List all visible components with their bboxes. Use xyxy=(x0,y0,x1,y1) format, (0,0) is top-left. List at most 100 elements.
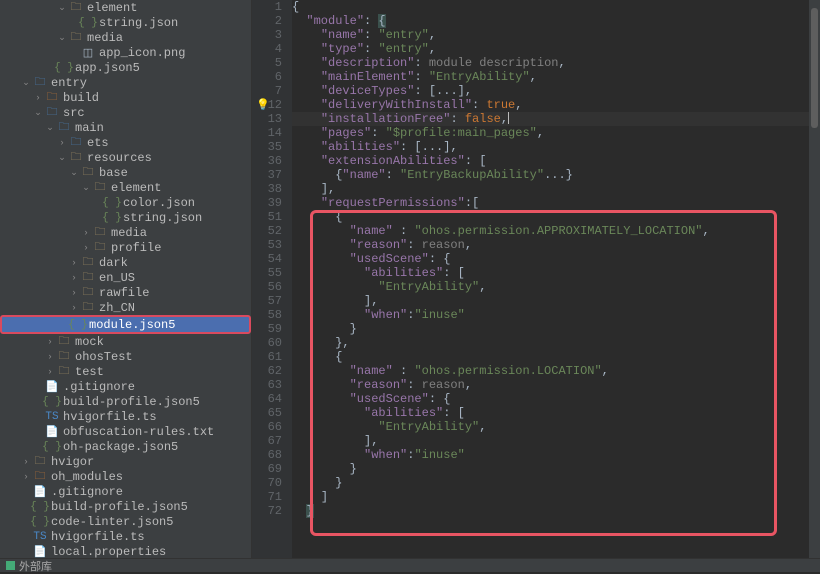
file-item-hvigorfile-ts[interactable]: TShvigorfile.ts xyxy=(0,409,251,424)
code-line[interactable]: { xyxy=(292,0,809,14)
chevron-closed-icon[interactable]: › xyxy=(80,243,92,253)
code-line[interactable]: "reason": reason, xyxy=(292,378,809,392)
file-item-code-linter-json5[interactable]: { }code-linter.json5 xyxy=(0,514,251,529)
folder-item-resources[interactable]: ⌄🗀resources xyxy=(0,150,251,165)
external-libs-label[interactable]: 外部库 xyxy=(19,558,52,574)
code-line[interactable]: "extensionAbilities": [ xyxy=(292,154,809,168)
chevron-closed-icon[interactable]: › xyxy=(80,228,92,238)
code-line[interactable]: "when":"inuse" xyxy=(292,308,809,322)
folder-item-ohostest[interactable]: ›🗀ohosTest xyxy=(0,349,251,364)
folder-item-profile[interactable]: ›🗀profile xyxy=(0,240,251,255)
scroll-thumb[interactable] xyxy=(811,8,818,128)
code-line[interactable]: "abilities": [...], xyxy=(292,140,809,154)
code-line[interactable]: ], xyxy=(292,294,809,308)
code-line[interactable]: } xyxy=(292,322,809,336)
chevron-open-icon[interactable]: ⌄ xyxy=(80,183,92,193)
folder-item-test[interactable]: ›🗀test xyxy=(0,364,251,379)
file-item--gitignore[interactable]: 📄.gitignore xyxy=(0,379,251,394)
folder-item-rawfile[interactable]: ›🗀rawfile xyxy=(0,285,251,300)
code-line[interactable]: } xyxy=(292,504,809,518)
folder-item-media[interactable]: ›🗀media xyxy=(0,225,251,240)
editor-code-area[interactable]: { "module": { "name": "entry", "type": "… xyxy=(292,0,809,572)
code-line[interactable]: ], xyxy=(292,182,809,196)
folder-item-src[interactable]: ⌄🗀src xyxy=(0,105,251,120)
code-line[interactable]: "requestPermissions":[ xyxy=(292,196,809,210)
folder-item-element[interactable]: ⌄🗀element xyxy=(0,180,251,195)
chevron-closed-icon[interactable]: › xyxy=(68,303,80,313)
folder-item-build[interactable]: ›🗀build xyxy=(0,90,251,105)
file-item-module-json5[interactable]: { }module.json5 xyxy=(0,315,251,334)
file-item-build-profile-json5[interactable]: { }build-profile.json5 xyxy=(0,499,251,514)
folder-item-mock[interactable]: ›🗀mock xyxy=(0,334,251,349)
folder-item-entry[interactable]: ⌄🗀entry xyxy=(0,75,251,90)
line-number: 35 xyxy=(252,140,282,154)
code-line[interactable]: "usedScene": { xyxy=(292,392,809,406)
vertical-scrollbar[interactable] xyxy=(809,0,820,572)
code-line[interactable]: { xyxy=(292,210,809,224)
code-line[interactable]: "installationFree": false, xyxy=(292,112,809,126)
code-line[interactable]: "name" : "ohos.permission.APPROXIMATELY_… xyxy=(292,224,809,238)
code-line[interactable]: "deviceTypes": [...], xyxy=(292,84,809,98)
file-item-color-json[interactable]: { }color.json xyxy=(0,195,251,210)
folder-item-dark[interactable]: ›🗀dark xyxy=(0,255,251,270)
chevron-closed-icon[interactable]: › xyxy=(44,367,56,377)
code-line[interactable]: "description": module description, xyxy=(292,56,809,70)
token-punc: : xyxy=(450,112,464,126)
chevron-closed-icon[interactable]: › xyxy=(68,258,80,268)
lightbulb-icon[interactable]: 💡 xyxy=(256,98,270,112)
code-line[interactable]: "pages": "$profile:main_pages", xyxy=(292,126,809,140)
code-line[interactable]: "reason": reason, xyxy=(292,238,809,252)
chevron-closed-icon[interactable]: › xyxy=(68,273,80,283)
code-line[interactable]: "usedScene": { xyxy=(292,252,809,266)
chevron-open-icon[interactable]: ⌄ xyxy=(56,153,68,163)
code-line[interactable]: ] xyxy=(292,490,809,504)
code-line[interactable]: { xyxy=(292,350,809,364)
chevron-open-icon[interactable]: ⌄ xyxy=(56,33,68,43)
folder-item-zh-cn[interactable]: ›🗀zh_CN xyxy=(0,300,251,315)
code-line[interactable]: {"name": "EntryBackupAbility"...} xyxy=(292,168,809,182)
code-line[interactable]: "module": { xyxy=(292,14,809,28)
file-item-app-icon-png[interactable]: ◫app_icon.png xyxy=(0,45,251,60)
folder-item-base[interactable]: ⌄🗀base xyxy=(0,165,251,180)
folder-item-oh-modules[interactable]: ›🗀oh_modules xyxy=(0,469,251,484)
chevron-open-icon[interactable]: ⌄ xyxy=(44,123,56,133)
code-line[interactable]: "EntryAbility", xyxy=(292,420,809,434)
token-key: "when" xyxy=(364,448,407,462)
code-line[interactable]: "name" : "ohos.permission.LOCATION", xyxy=(292,364,809,378)
code-line[interactable]: ], xyxy=(292,434,809,448)
code-line[interactable]: }, xyxy=(292,336,809,350)
file-item-string-json[interactable]: { }string.json xyxy=(0,15,251,30)
chevron-closed-icon[interactable]: › xyxy=(20,472,32,482)
chevron-closed-icon[interactable]: › xyxy=(44,352,56,362)
code-line[interactable]: "deliveryWithInstall": true, xyxy=(292,98,809,112)
file-item-string-json[interactable]: { }string.json xyxy=(0,210,251,225)
file-item-build-profile-json5[interactable]: { }build-profile.json5 xyxy=(0,394,251,409)
code-line[interactable]: "type": "entry", xyxy=(292,42,809,56)
code-line[interactable]: } xyxy=(292,462,809,476)
chevron-closed-icon[interactable]: › xyxy=(32,93,44,103)
folder-item-ets[interactable]: ›🗀ets xyxy=(0,135,251,150)
folder-item-en-us[interactable]: ›🗀en_US xyxy=(0,270,251,285)
chevron-closed-icon[interactable]: › xyxy=(44,337,56,347)
whitespace xyxy=(292,84,321,98)
chevron-closed-icon[interactable]: › xyxy=(20,457,32,467)
chevron-closed-icon[interactable]: › xyxy=(68,288,80,298)
chevron-open-icon[interactable]: ⌄ xyxy=(20,78,32,88)
chevron-open-icon[interactable]: ⌄ xyxy=(56,3,68,13)
folder-item-media[interactable]: ⌄🗀media xyxy=(0,30,251,45)
file-item--gitignore[interactable]: 📄.gitignore xyxy=(0,484,251,499)
code-line[interactable]: "abilities": [ xyxy=(292,266,809,280)
code-line[interactable]: } xyxy=(292,476,809,490)
chevron-open-icon[interactable]: ⌄ xyxy=(32,108,44,118)
code-line[interactable]: "when":"inuse" xyxy=(292,448,809,462)
code-line[interactable]: "name": "entry", xyxy=(292,28,809,42)
code-line[interactable]: "EntryAbility", xyxy=(292,280,809,294)
folder-item-element[interactable]: ⌄🗀element xyxy=(0,0,251,15)
file-item-hvigorfile-ts[interactable]: TShvigorfile.ts xyxy=(0,529,251,544)
code-line[interactable]: "abilities": [ xyxy=(292,406,809,420)
file-item-obfuscation-rules-txt[interactable]: 📄obfuscation-rules.txt xyxy=(0,424,251,439)
chevron-open-icon[interactable]: ⌄ xyxy=(68,168,80,178)
folder-item-main[interactable]: ⌄🗀main xyxy=(0,120,251,135)
code-line[interactable]: "mainElement": "EntryAbility", xyxy=(292,70,809,84)
chevron-closed-icon[interactable]: › xyxy=(56,138,68,148)
